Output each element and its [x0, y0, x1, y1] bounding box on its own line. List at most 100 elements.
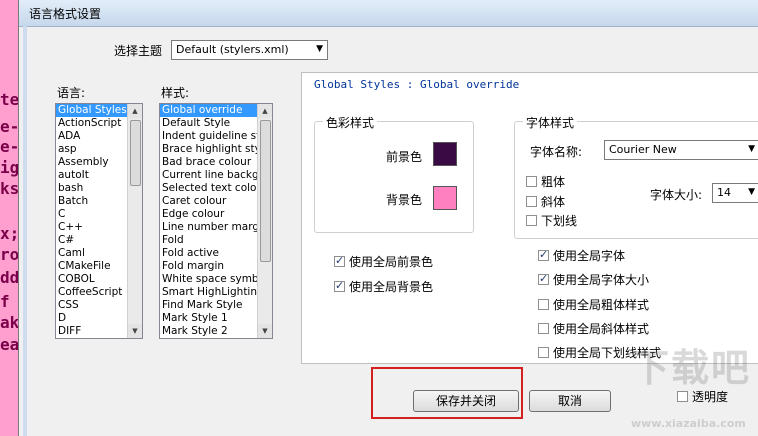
style-settings-panel: Global Styles : Global override 色彩样式 前景色…	[301, 72, 758, 364]
code-line: e-	[0, 137, 20, 156]
checkbox-box	[538, 347, 549, 358]
underline-checkbox[interactable]: 下划线	[526, 212, 577, 229]
style-list-item[interactable]: Mark Style 1	[160, 312, 272, 325]
code-line: ea	[0, 335, 20, 354]
chevron-down-icon: ▼	[748, 187, 755, 197]
use-global-italic-checkbox[interactable]: 使用全局斜体样式	[538, 320, 649, 337]
foreground-color-swatch[interactable]	[433, 142, 457, 166]
use-global-font-size-checkbox[interactable]: 使用全局字体大小	[538, 271, 649, 288]
checkbox-box	[538, 248, 549, 261]
style-list-item[interactable]: Caret colour	[160, 195, 272, 208]
use-global-fg-label: 使用全局前景色	[349, 255, 434, 269]
scroll-up-icon[interactable]: ▲	[128, 104, 142, 118]
code-line: ig	[0, 158, 20, 177]
checkbox-box	[538, 299, 549, 310]
code-line: dd	[0, 268, 20, 287]
style-list-item[interactable]: Fold	[160, 234, 272, 247]
font-size-select[interactable]: 14 ▼	[712, 183, 758, 203]
use-global-italic-label: 使用全局斜体样式	[553, 322, 650, 336]
scrollbar-thumb[interactable]	[130, 120, 141, 186]
language-list[interactable]: Global Styles ActionScript ADA asp Assembly a…	[55, 103, 143, 339]
code-line: ak	[0, 313, 20, 332]
use-global-bold-label: 使用全局粗体样式	[553, 298, 650, 312]
panel-header: Global Styles : Global override	[314, 78, 520, 91]
scrollbar-thumb[interactable]	[260, 120, 271, 262]
style-configurator-dialog: 语言格式设置 选择主题 Default (stylers.xml) ▼ 语言: …	[18, 0, 758, 436]
checkbox-box	[538, 272, 549, 285]
dialog-title: 语言格式设置	[29, 7, 102, 21]
style-list-item[interactable]: White space symbol	[160, 273, 272, 286]
code-line: f	[0, 292, 10, 311]
color-style-group: 色彩样式	[314, 114, 474, 233]
scroll-up-icon[interactable]: ▲	[258, 104, 272, 118]
use-global-font-size-label: 使用全局字体大小	[553, 273, 650, 287]
style-list-item[interactable]: Mark Style 2	[160, 325, 272, 338]
style-list-item[interactable]: Selected text colour	[160, 182, 272, 195]
cancel-button[interactable]: 取消	[529, 390, 611, 412]
checkbox-box	[538, 323, 549, 334]
style-list-scrollbar[interactable]: ▲ ▼	[257, 104, 272, 338]
use-global-bold-checkbox[interactable]: 使用全局粗体样式	[538, 296, 649, 313]
background-label: 背景色	[386, 193, 423, 207]
font-name-label: 字体名称:	[530, 145, 583, 159]
underline-label: 下划线	[541, 214, 578, 228]
save-and-close-button[interactable]: 保存并关闭	[413, 390, 519, 412]
watermark-logo: 下载吧 www.xiazaiba.com	[631, 337, 751, 436]
checkbox-box	[526, 196, 537, 207]
checkbox-box	[526, 176, 537, 187]
foreground-label: 前景色	[386, 150, 423, 164]
font-size-value: 14	[717, 186, 731, 199]
color-group-title: 色彩样式	[323, 114, 378, 131]
theme-select-value: Default (stylers.xml)	[176, 43, 289, 56]
dialog-frame	[23, 26, 27, 436]
language-list-scrollbar[interactable]: ▲ ▼	[127, 104, 142, 338]
bold-checkbox[interactable]: 粗体	[526, 173, 565, 190]
code-line: ks	[0, 179, 20, 198]
style-list-item[interactable]: Edge colour	[160, 208, 272, 221]
italic-checkbox[interactable]: 斜体	[526, 193, 565, 210]
style-list-item[interactable]: Bad brace colour	[160, 156, 272, 169]
style-list[interactable]: Global override Default Style Indent guide…	[159, 103, 273, 339]
style-list-item[interactable]: Global override	[160, 104, 272, 117]
style-list-item[interactable]: Smart HighLighting	[160, 286, 272, 299]
watermark-text: 下载吧	[630, 346, 751, 390]
chevron-down-icon: ▼	[316, 44, 323, 54]
use-global-font-checkbox[interactable]: 使用全局字体	[538, 247, 625, 264]
style-list-item[interactable]: Brace highlight style	[160, 143, 272, 156]
checkbox-box	[334, 279, 345, 292]
scroll-down-icon[interactable]: ▼	[258, 324, 272, 338]
use-global-bg-checkbox[interactable]: 使用全局背景色	[334, 278, 433, 295]
font-group-title: 字体样式	[523, 114, 578, 131]
language-label: 语言:	[57, 86, 86, 100]
code-line: e-	[0, 117, 20, 136]
use-global-font-label: 使用全局字体	[553, 249, 626, 263]
code-line: ro	[0, 245, 20, 264]
dialog-titlebar[interactable]: 语言格式设置	[19, 0, 758, 27]
theme-select[interactable]: Default (stylers.xml) ▼	[171, 40, 328, 60]
theme-label: 选择主题	[114, 44, 163, 58]
style-list-item[interactable]: Default Style	[160, 117, 272, 130]
style-list-item[interactable]: Fold active	[160, 247, 272, 260]
code-line: x;	[0, 224, 20, 243]
style-list-item[interactable]: Line number margin	[160, 221, 272, 234]
font-name-select[interactable]: Courier New ▼	[604, 140, 758, 160]
font-size-label: 字体大小:	[650, 188, 703, 202]
chevron-down-icon: ▼	[748, 144, 755, 154]
italic-label: 斜体	[541, 195, 566, 209]
checkbox-box	[526, 215, 537, 226]
style-list-item[interactable]: Find Mark Style	[160, 299, 272, 312]
font-name-value: Courier New	[609, 143, 677, 156]
style-list-item[interactable]: Current line background	[160, 169, 272, 182]
code-line: te	[0, 90, 20, 109]
bold-label: 粗体	[541, 175, 566, 189]
style-list-item[interactable]: Fold margin	[160, 260, 272, 273]
checkbox-box	[334, 254, 345, 267]
use-global-fg-checkbox[interactable]: 使用全局前景色	[334, 253, 433, 270]
use-global-bg-label: 使用全局背景色	[349, 280, 434, 294]
style-list-item[interactable]: Indent guideline style	[160, 130, 272, 143]
style-items: Global override Default Style Indent guide…	[160, 104, 272, 338]
watermark-url: www.xiazaiba.com	[630, 417, 746, 430]
scroll-down-icon[interactable]: ▼	[128, 324, 142, 338]
style-label: 样式:	[161, 86, 190, 100]
background-color-swatch[interactable]	[433, 186, 457, 210]
